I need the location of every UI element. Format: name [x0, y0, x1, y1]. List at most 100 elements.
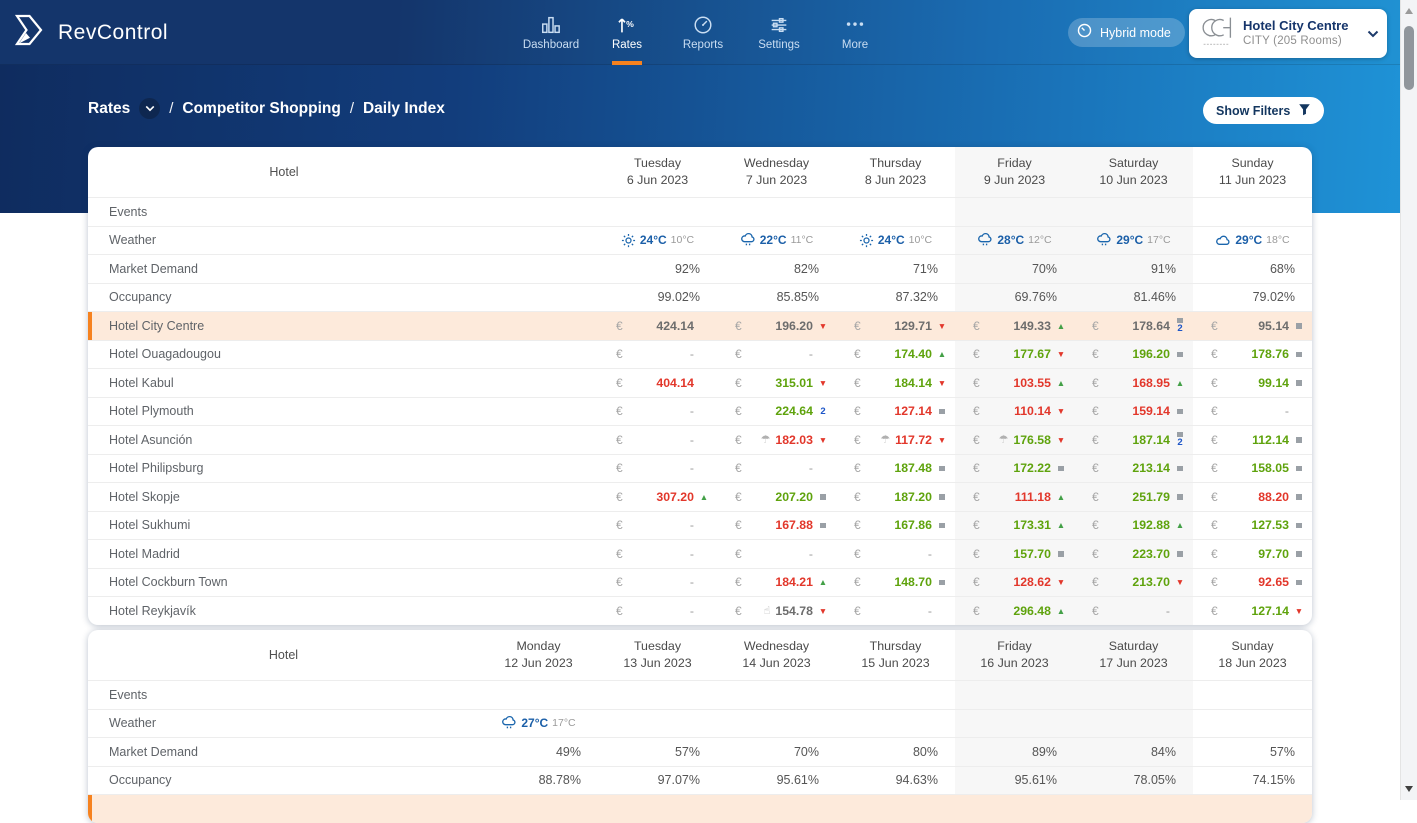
rate-cell[interactable]: €- — [598, 512, 717, 540]
market-demand-value: 80% — [913, 745, 938, 759]
rate-cell[interactable]: €424.14 — [598, 312, 717, 340]
rate-cell[interactable]: €167.86 — [836, 512, 955, 540]
rate-cell[interactable]: €178.642 — [1074, 312, 1193, 340]
rate-cell[interactable]: €167.88 — [717, 512, 836, 540]
rate-cell[interactable]: €172.22 — [955, 455, 1074, 483]
rate-cell[interactable]: €- — [836, 597, 955, 625]
rate-cell[interactable]: €☂182.03▼ — [717, 426, 836, 454]
rate-cell[interactable]: €177.67▼ — [955, 341, 1074, 369]
rate-cell[interactable]: €157.70 — [955, 540, 1074, 568]
hotel-name — [88, 795, 479, 823]
rate-cell[interactable]: €97.70 — [1193, 540, 1312, 568]
rate-cell[interactable]: €196.20▼ — [717, 312, 836, 340]
rate-cell[interactable]: €- — [717, 540, 836, 568]
rate-cell[interactable]: €92.65 — [1193, 569, 1312, 597]
rate-cell[interactable]: €99.14 — [1193, 369, 1312, 397]
more-dots-icon — [844, 14, 866, 36]
rate-cell[interactable]: €- — [598, 569, 717, 597]
rate-cell[interactable]: €187.20 — [836, 483, 955, 511]
weather-cell: 29°C17°C — [1074, 227, 1193, 255]
rate-cell[interactable]: €127.53 — [1193, 512, 1312, 540]
rate-cell[interactable]: €159.14 — [1074, 398, 1193, 426]
scrollbar-thumb[interactable] — [1404, 26, 1414, 90]
rate-cell — [955, 795, 1074, 823]
rate-cell[interactable]: €- — [1193, 398, 1312, 426]
rate-cell[interactable]: €110.14▼ — [955, 398, 1074, 426]
rate-cell[interactable]: €103.55▲ — [955, 369, 1074, 397]
rate-cell[interactable]: €207.20 — [717, 483, 836, 511]
rate-cell[interactable]: €223.70 — [1074, 540, 1193, 568]
rate-cell[interactable]: €- — [598, 455, 717, 483]
rate-cell[interactable]: €127.14▼ — [1193, 597, 1312, 625]
nav-item-more[interactable]: More — [817, 0, 893, 65]
rate-cell[interactable]: €213.70▼ — [1074, 569, 1193, 597]
rate-cell[interactable]: €192.88▲ — [1074, 512, 1193, 540]
rate-cell[interactable]: €☂117.72▼ — [836, 426, 955, 454]
rate-cell[interactable]: €307.20▲ — [598, 483, 717, 511]
rate-cell[interactable]: €178.76 — [1193, 341, 1312, 369]
weather-high-temp: 29°C — [1235, 233, 1262, 247]
nav-item-reports[interactable]: Reports — [665, 0, 741, 65]
rate-cell[interactable]: €112.14 — [1193, 426, 1312, 454]
show-filters-button[interactable]: Show Filters — [1203, 97, 1324, 124]
rate-cell[interactable]: €184.21▲ — [717, 569, 836, 597]
trend-up-icon: ▲ — [819, 578, 827, 587]
rate-cell[interactable]: €111.18▲ — [955, 483, 1074, 511]
rate-value: 158.05 — [1251, 461, 1289, 475]
rate-cell[interactable]: €- — [598, 540, 717, 568]
hybrid-mode-label: Hybrid mode — [1100, 26, 1171, 40]
rate-cell[interactable]: €- — [598, 597, 717, 625]
market-demand-value: 49% — [556, 745, 581, 759]
vertical-scrollbar[interactable] — [1400, 0, 1417, 800]
rate-cell[interactable]: €224.642 — [717, 398, 836, 426]
rate-cell[interactable]: €173.31▲ — [955, 512, 1074, 540]
rate-indicator: ▼ — [816, 607, 830, 616]
rate-cell[interactable]: €158.05 — [1193, 455, 1312, 483]
scroll-up-arrow-icon[interactable] — [1405, 8, 1413, 14]
rate-cell[interactable]: €☝154.78▼ — [717, 597, 836, 625]
nav-item-rates[interactable]: %Rates — [589, 0, 665, 65]
rate-cell[interactable]: €129.71▼ — [836, 312, 955, 340]
rate-cell[interactable]: €251.79 — [1074, 483, 1193, 511]
hybrid-mode-button[interactable]: Hybrid mode — [1068, 18, 1185, 47]
square-indicator-icon — [820, 523, 826, 529]
rate-cell[interactable]: €☂176.58▼ — [955, 426, 1074, 454]
rate-cell[interactable]: €128.62▼ — [955, 569, 1074, 597]
breadcrumb-rates[interactable]: Rates — [88, 100, 130, 118]
rate-cell[interactable]: €187.48 — [836, 455, 955, 483]
rate-cell[interactable]: €148.70 — [836, 569, 955, 597]
hotel-name: Hotel Skopje — [88, 483, 598, 511]
rate-cell[interactable]: €315.01▼ — [717, 369, 836, 397]
day-weekday: Sunday — [1231, 638, 1273, 655]
occupancy-value: 87.32% — [896, 290, 938, 304]
rate-cell[interactable]: €- — [717, 341, 836, 369]
occupancy-cell: 99.02% — [598, 284, 717, 312]
rate-cell[interactable]: €149.33▲ — [955, 312, 1074, 340]
rate-cell[interactable]: €- — [598, 398, 717, 426]
rate-cell[interactable]: €- — [836, 540, 955, 568]
scroll-down-arrow-icon[interactable] — [1405, 786, 1413, 792]
breadcrumb-dropdown-button[interactable] — [139, 98, 160, 119]
top-nav-bar: RevControl Dashboard%RatesReportsSetting… — [0, 0, 1417, 65]
day-date: 17 Jun 2023 — [1099, 655, 1167, 672]
rate-cell[interactable]: €88.20 — [1193, 483, 1312, 511]
rate-cell[interactable]: €187.142 — [1074, 426, 1193, 454]
rate-cell[interactable]: €168.95▲ — [1074, 369, 1193, 397]
rate-cell[interactable]: €- — [717, 455, 836, 483]
rate-cell[interactable]: €- — [1074, 597, 1193, 625]
rate-cell[interactable]: €213.14 — [1074, 455, 1193, 483]
nav-item-settings[interactable]: Settings — [741, 0, 817, 65]
rate-cell[interactable]: €- — [598, 341, 717, 369]
rate-cell[interactable]: €196.20 — [1074, 341, 1193, 369]
breadcrumb-competitor-shopping[interactable]: Competitor Shopping — [182, 100, 340, 118]
rate-cell[interactable]: €174.40▲ — [836, 341, 955, 369]
rate-cell[interactable]: €404.14 — [598, 369, 717, 397]
rate-cell[interactable]: €296.48▲ — [955, 597, 1074, 625]
currency-symbol: € — [1092, 547, 1099, 561]
rate-cell[interactable]: €95.14 — [1193, 312, 1312, 340]
hotel-selector[interactable]: Hotel City Centre CITY (205 Rooms) — [1189, 9, 1387, 58]
nav-item-dashboard[interactable]: Dashboard — [513, 0, 589, 65]
rate-cell[interactable]: €127.14 — [836, 398, 955, 426]
rate-cell[interactable]: €- — [598, 426, 717, 454]
rate-cell[interactable]: €184.14▼ — [836, 369, 955, 397]
